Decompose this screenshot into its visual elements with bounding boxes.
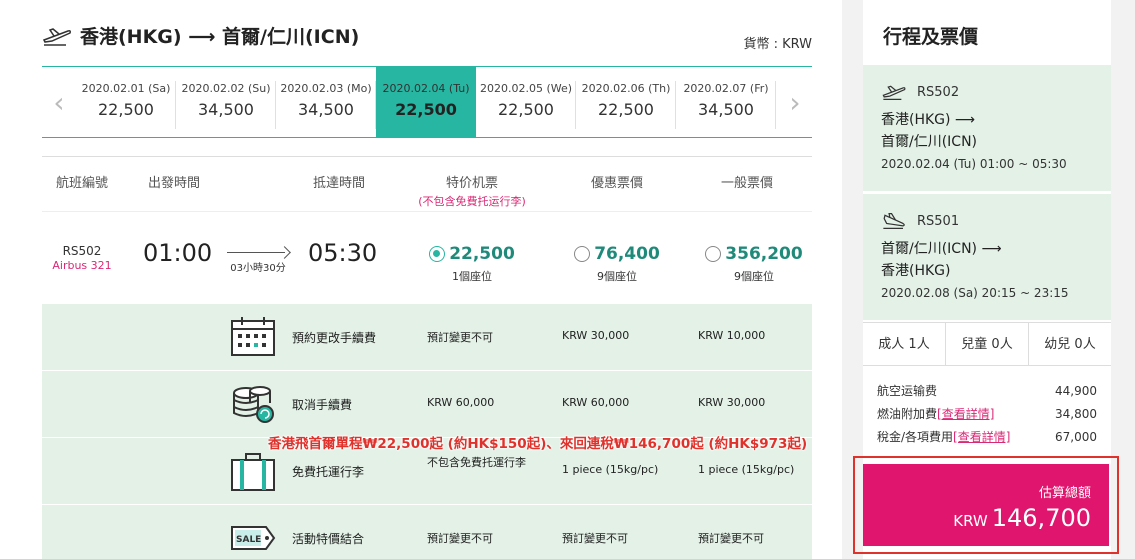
arrive-time: 05:30 [308, 239, 378, 267]
header-arrive: 抵達時間 [312, 176, 365, 191]
date-option[interactable]: 2020.02.07 (Fr) 34,500 [676, 67, 776, 137]
date-option[interactable]: 2020.02.06 (Th) 22,500 [576, 67, 676, 137]
date-option[interactable]: 2020.02.03 (Mo) 34,500 [276, 67, 376, 137]
fare-discount[interactable]: 76,400 9個座位 [557, 244, 677, 284]
header-regular-fare: 一般票價 [720, 176, 773, 191]
tax-details-link[interactable]: [查看詳情] [953, 430, 1010, 444]
fee-row: 稅金/各項費用[查看詳情] 67,000 [877, 430, 1097, 444]
radio-unselected[interactable] [574, 246, 591, 262]
booking-page: 香港(HKG) ⟶ 首爾/仁川(ICN) 貨幣 : KRW ‹ 2020.02.… [0, 0, 1135, 559]
depart-time: 01:00 [143, 239, 213, 267]
date-option[interactable]: 2020.02.05 (We) 22,500 [476, 67, 576, 137]
promo-text: 香港飛首爾單程₩22,500起 (約HK$150起)、來回連稅₩146,700起… [268, 436, 808, 452]
radio-unselected[interactable] [705, 246, 722, 262]
aircraft-type: Airbus 321 [52, 259, 112, 272]
plane-takeoff-icon [882, 85, 906, 100]
header-depart: 出發時間 [147, 176, 200, 191]
passenger-counts: 成人 1人 兒童 0人 幼兒 0人 [863, 322, 1111, 366]
condition-row: SALE 活動特價結合 預訂變更不可 預訂變更不可 預訂變更不可 [42, 505, 812, 559]
fee-breakdown: 航空运输费 44,900 燃油附加費[查看詳情] 34,800 稅金/各項費用[… [877, 380, 1097, 449]
total-price-box: 估算總額 KRW 146,700 [863, 464, 1109, 546]
condition-row: 預約更改手續費 預訂變更不可 KRW 30,000 KRW 10,000 [42, 304, 812, 371]
calendar-icon [231, 317, 275, 356]
date-selector: ‹ 2020.02.01 (Sa) 22,500 2020.02.02 (Su)… [42, 66, 812, 138]
fare-special[interactable]: 22,500 1個座位 [412, 244, 532, 284]
special-fare-note: (不包含免費托运行李) [418, 195, 526, 208]
pax-infant: 幼兒 0人 [1044, 337, 1096, 352]
plane-landing-icon [883, 213, 905, 229]
total-label: 估算總額 [1038, 486, 1091, 501]
date-option[interactable]: 2020.02.01 (Sa) 22,500 [76, 67, 176, 137]
header-special-fare: 特价机票 (不包含免費托运行李) [402, 172, 542, 209]
pax-child: 兒童 0人 [946, 323, 1029, 365]
route-header: 香港(HKG) ⟶ 首爾/仁川(ICN) [42, 22, 359, 49]
header-discount-fare: 優惠票價 [590, 176, 643, 191]
condition-row: 取消手續費 KRW 60,000 KRW 60,000 KRW 30,000 [42, 371, 812, 438]
currency-label: 貨幣 : KRW [743, 37, 812, 52]
outbound-segment: RS502 香港(HKG) ⟶ 首爾/仁川(ICN) 2020.02.04 (T… [863, 65, 1111, 191]
total-highlight-box: 估算總額 KRW 146,700 [853, 456, 1119, 554]
flight-row: RS502 Airbus 321 01:00 03小時30分 05:30 22,… [42, 212, 812, 304]
prev-dates-arrow-icon[interactable]: ‹ [42, 67, 76, 137]
next-dates-arrow-icon[interactable]: › [778, 67, 812, 137]
fee-row: 燃油附加費[查看詳情] 34,800 [877, 407, 1097, 421]
fee-row: 航空运输费 44,900 [877, 384, 1097, 398]
fuel-details-link[interactable]: [查看詳情] [937, 407, 994, 421]
total-value: KRW 146,700 [953, 504, 1091, 532]
coins-icon [233, 386, 274, 423]
pax-adult: 成人 1人 [863, 323, 946, 365]
header-flight-no: 航班編號 [55, 176, 108, 191]
flight-duration: 03小時30分 [225, 245, 291, 274]
svg-text:SALE: SALE [236, 535, 261, 545]
flight-number: RS502 Airbus 321 [42, 244, 122, 272]
return-segment: RS501 首爾/仁川(ICN) ⟶ 香港(HKG) 2020.02.08 (S… [863, 194, 1111, 320]
plane-takeoff-icon [42, 27, 71, 46]
summary-title: 行程及票價 [883, 26, 979, 48]
date-option-selected[interactable]: 2020.02.04 (Tu) 22,500 [376, 67, 476, 137]
duration-arrow-icon [225, 245, 291, 259]
fare-table-header: 航班編號 出發時間 抵達時間 特价机票 (不包含免費托运行李) 優惠票價 一般票… [42, 156, 812, 212]
route-title: 香港(HKG) ⟶ 首爾/仁川(ICN) [80, 26, 360, 48]
radio-selected[interactable] [429, 246, 446, 262]
sale-tag-icon: SALE [231, 526, 276, 550]
flight-selection-panel: 香港(HKG) ⟶ 首爾/仁川(ICN) 貨幣 : KRW ‹ 2020.02.… [0, 0, 842, 559]
date-option[interactable]: 2020.02.02 (Su) 34,500 [176, 67, 276, 137]
fare-regular[interactable]: 356,200 9個座位 [694, 244, 814, 284]
luggage-icon [231, 453, 275, 491]
